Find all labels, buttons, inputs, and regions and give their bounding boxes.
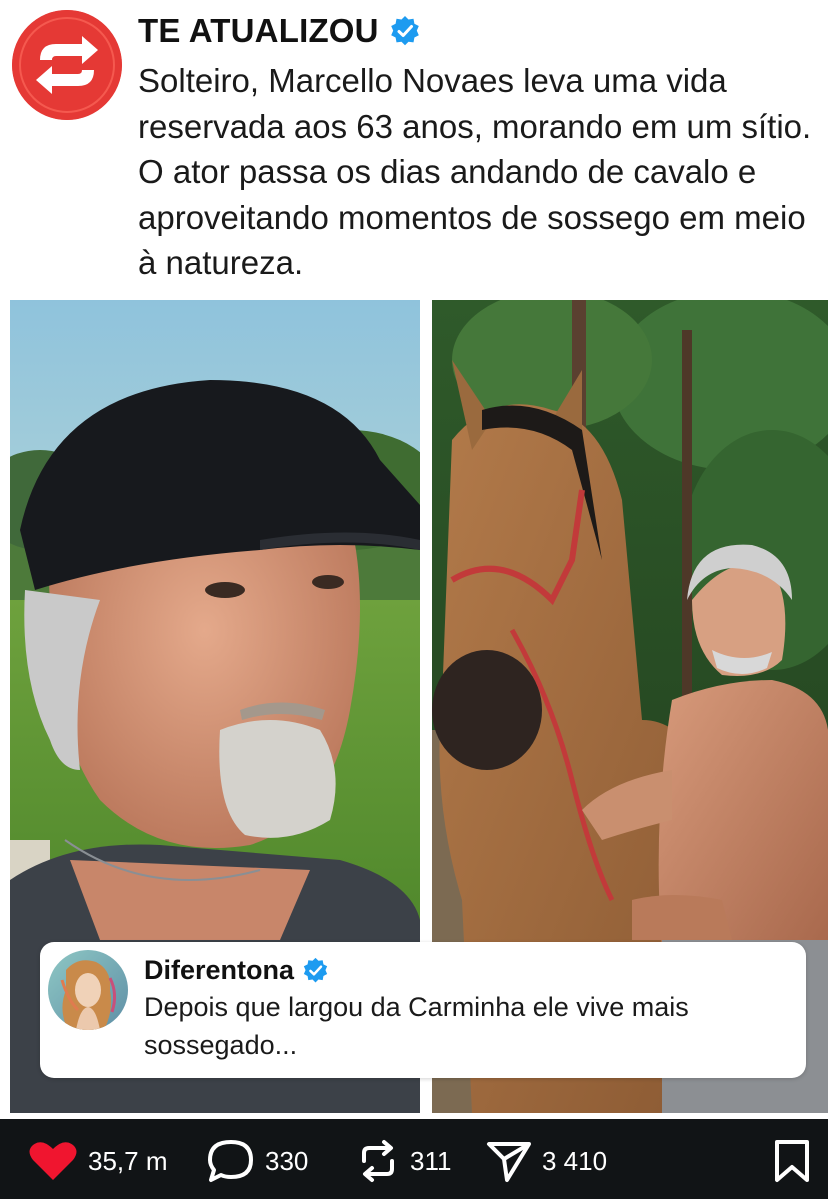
verified-badge-icon [302, 957, 329, 984]
bookmark-icon [775, 1140, 809, 1182]
reply-text: Depois que largou da Carminha ele vive m… [144, 992, 689, 1060]
action-bar: 35,7 m 330 311 3 410 [0, 1119, 828, 1199]
post-text: Solteiro, Marcello Novaes leva uma vida … [138, 62, 812, 281]
author-row: TE ATUALIZOU [138, 8, 421, 54]
repost-button[interactable]: 311 [356, 1139, 451, 1183]
verified-badge-icon [389, 15, 421, 47]
author-avatar[interactable] [12, 10, 122, 120]
heart-icon [29, 1142, 77, 1180]
reply-author-avatar[interactable] [48, 950, 128, 1030]
repost-arrows-icon [12, 10, 122, 120]
quoted-reply-card[interactable]: Diferentona Depois que largou da Carminh… [40, 942, 806, 1078]
reply-author-row: Diferentona [144, 950, 329, 990]
reply-author-name[interactable]: Diferentona [144, 955, 294, 986]
like-count: 35,7 m [88, 1145, 168, 1176]
like-button[interactable]: 35,7 m [28, 1141, 168, 1181]
author-name[interactable]: TE ATUALIZOU [138, 12, 379, 50]
repost-icon [362, 1140, 394, 1182]
share-button[interactable]: 3 410 [486, 1139, 607, 1183]
comment-button[interactable]: 330 [207, 1139, 308, 1183]
post-header: TE ATUALIZOU Solteiro, Marcello Novaes l… [0, 0, 828, 300]
repost-count: 311 [410, 1145, 452, 1176]
share-count: 3 410 [542, 1145, 608, 1176]
comment-count: 330 [265, 1145, 309, 1176]
send-icon [487, 1142, 531, 1182]
comment-bubble-icon [208, 1140, 253, 1182]
bookmark-button[interactable] [772, 1139, 812, 1183]
